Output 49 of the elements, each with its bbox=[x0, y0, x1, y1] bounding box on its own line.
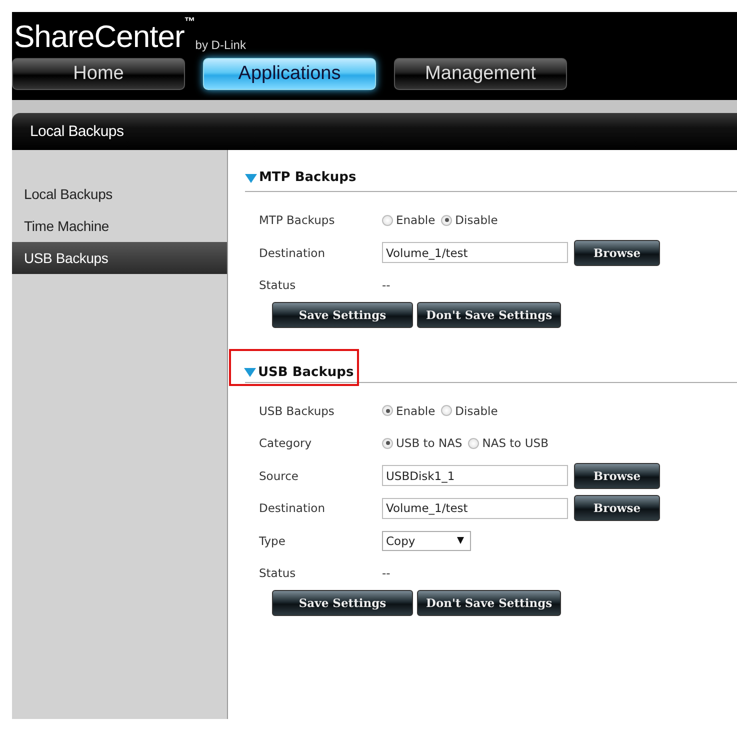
radio-label: Disable bbox=[455, 404, 498, 418]
field-label: Status bbox=[259, 278, 297, 292]
save-button[interactable]: Save Settings bbox=[272, 302, 413, 328]
radio-label: Enable bbox=[396, 404, 436, 418]
radio-label: USB to NAS bbox=[396, 436, 462, 450]
radio-button[interactable] bbox=[382, 438, 393, 449]
radio-label: NAS to USB bbox=[482, 436, 548, 450]
triangle-down-icon[interactable] bbox=[244, 367, 256, 377]
trademark-mark: ™ bbox=[184, 16, 196, 28]
type-dropdown[interactable]: Copy bbox=[382, 530, 471, 551]
radio-button[interactable] bbox=[468, 438, 480, 449]
path-input-field[interactable]: USBDisk1_1 bbox=[382, 465, 568, 486]
path-input-field[interactable]: Volume_1/test bbox=[382, 498, 568, 519]
field-label: USB Backups bbox=[259, 404, 336, 418]
field-label: Source bbox=[259, 468, 300, 483]
sidebar-item[interactable]: Local Backups bbox=[12, 178, 227, 210]
path-input-field[interactable]: Volume_1/test bbox=[382, 242, 568, 264]
radio-label: Disable bbox=[455, 213, 498, 228]
field-label: Status bbox=[259, 566, 297, 580]
dropdown-arrow-icon bbox=[457, 537, 464, 544]
field-label: Destination bbox=[259, 246, 326, 260]
radio-button[interactable] bbox=[382, 405, 393, 416]
nav-tab[interactable]: Management bbox=[394, 58, 567, 90]
radio-button[interactable] bbox=[382, 214, 393, 226]
radio-button[interactable] bbox=[441, 214, 452, 226]
brand-byline: by D-Link bbox=[195, 38, 246, 52]
cancel-button[interactable]: Don't Save Settings bbox=[417, 302, 562, 328]
browse-button[interactable]: Browse bbox=[574, 462, 660, 489]
section-title[interactable]: MTP Backups bbox=[245, 166, 360, 191]
brand-name: ShareCenter bbox=[14, 20, 184, 54]
browse-button[interactable]: Browse bbox=[574, 240, 660, 266]
field-label: MTP Backups bbox=[259, 213, 336, 228]
radio-button[interactable] bbox=[441, 405, 452, 416]
page-title-bar: Local Backups bbox=[12, 113, 737, 150]
save-button[interactable]: Save Settings bbox=[272, 590, 413, 616]
section-title[interactable]: USB Backups bbox=[231, 350, 357, 384]
status-value: -- bbox=[382, 278, 390, 292]
field-label: Destination bbox=[259, 501, 326, 516]
status-value: -- bbox=[382, 566, 390, 580]
cancel-button[interactable]: Don't Save Settings bbox=[417, 590, 562, 616]
triangle-down-icon[interactable] bbox=[245, 172, 257, 182]
field-label: Category bbox=[259, 436, 313, 450]
nav-tab[interactable]: Home bbox=[12, 58, 185, 90]
browse-button[interactable]: Browse bbox=[574, 495, 660, 522]
nav-tab[interactable]: Applications bbox=[203, 58, 376, 90]
sidebar-item[interactable]: USB Backups bbox=[12, 242, 227, 274]
field-label: Type bbox=[259, 534, 286, 548]
radio-label: Enable bbox=[396, 213, 436, 228]
sidebar-item[interactable]: Time Machine bbox=[12, 210, 227, 242]
